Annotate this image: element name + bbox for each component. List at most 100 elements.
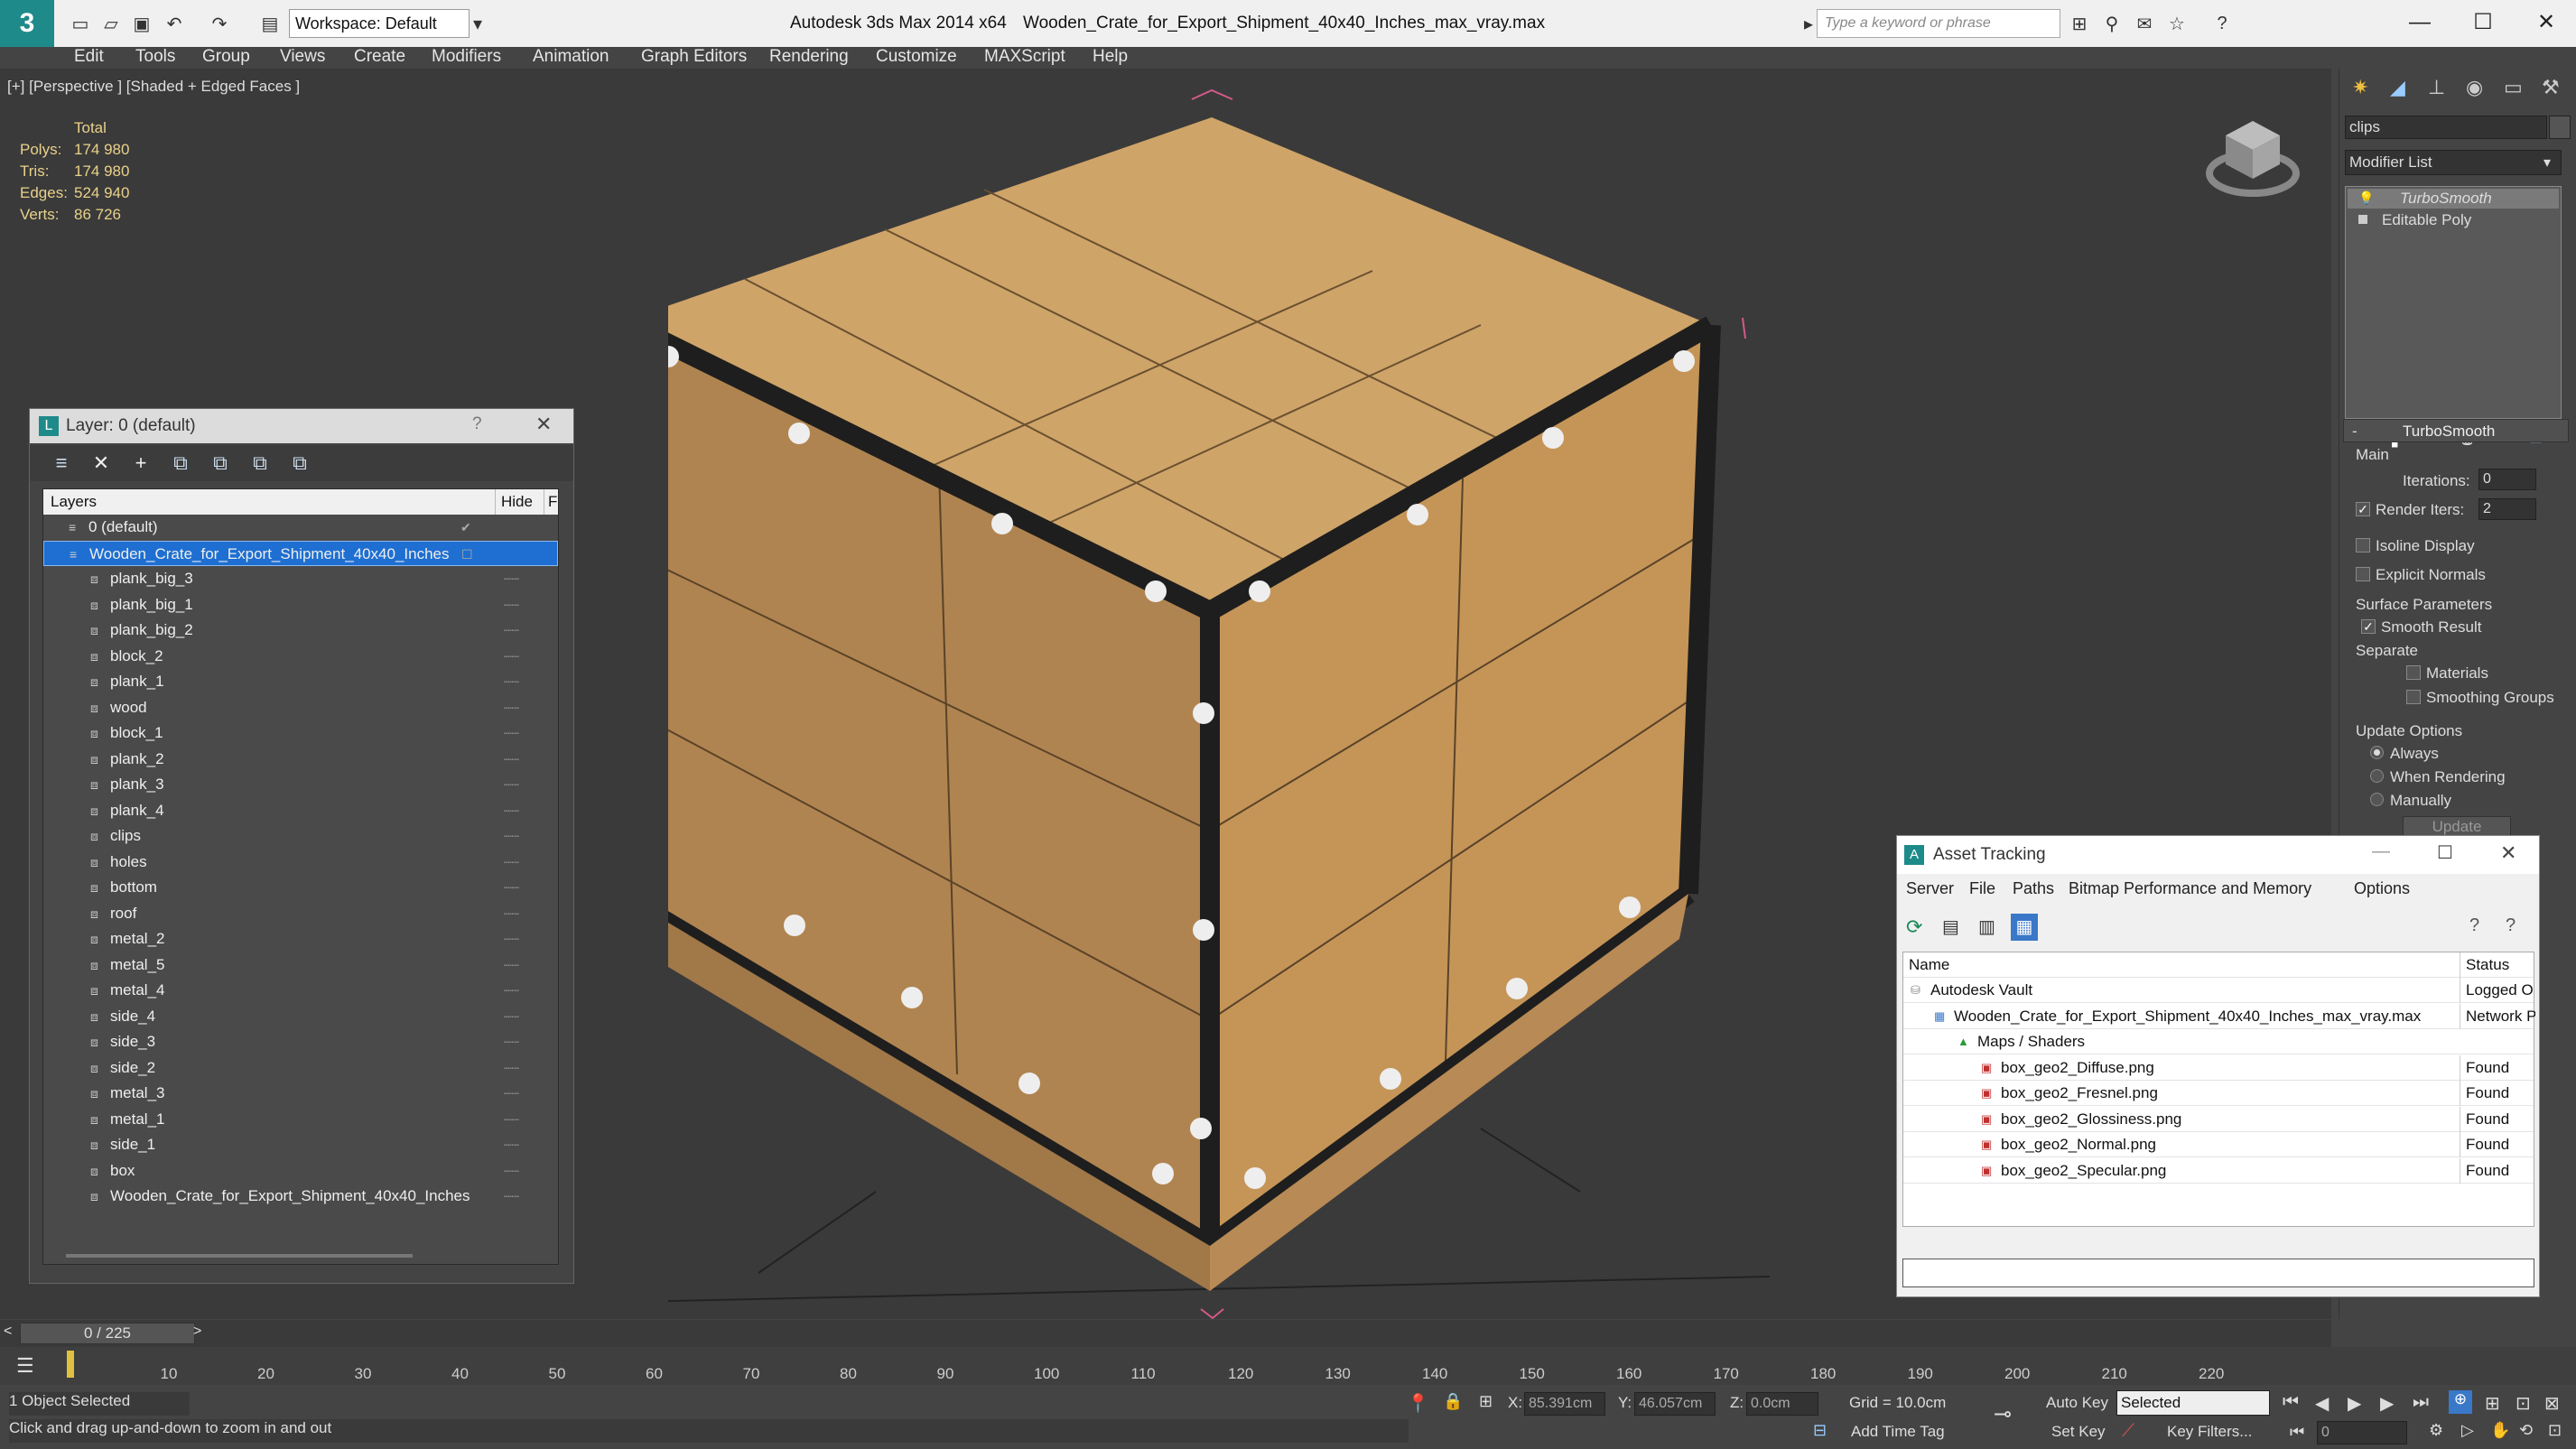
hide-toggle[interactable]: ┈┈ <box>504 618 519 643</box>
zoom-extents-all-icon[interactable]: ⊠ <box>2544 1392 2560 1415</box>
select-objects-icon[interactable]: ⧉ <box>169 452 192 474</box>
minimize-button[interactable]: — <box>2388 0 2451 47</box>
materials-checkbox[interactable] <box>2406 665 2421 680</box>
hide-toggle[interactable]: ☐ <box>461 542 473 567</box>
layer-row[interactable]: ⧈ side_1 ┈┈ <box>43 1132 558 1157</box>
hide-toggle[interactable]: ┈┈ <box>504 1081 519 1106</box>
maximize-button[interactable]: ☐ <box>2451 0 2515 47</box>
layer-row[interactable]: ≡ 0 (default) ✔ <box>43 515 558 540</box>
modifier-list-dropdown[interactable]: Modifier List <box>2345 150 2562 175</box>
refresh-icon[interactable]: ⟳ <box>1906 915 1922 939</box>
help-icon[interactable]: ? <box>2210 12 2234 35</box>
hide-toggle[interactable]: ┈┈ <box>504 747 519 772</box>
hierarchy-tab-icon[interactable]: ⊥ <box>2428 76 2445 99</box>
auto-key-button[interactable]: Auto Key <box>2046 1394 2108 1412</box>
tree-view-icon[interactable]: ▥ <box>1978 915 1995 938</box>
communication-icon[interactable]: ✉ <box>2133 12 2156 35</box>
prev-key-icon[interactable]: ◀ <box>2315 1392 2329 1415</box>
settings-help-icon[interactable]: ? <box>2506 915 2516 936</box>
menu-help[interactable]: Help <box>1093 47 1128 67</box>
time-slider-thumb[interactable]: 0 / 225 <box>20 1323 195 1344</box>
hide-toggle[interactable]: ┈┈ <box>504 850 519 875</box>
layer-row[interactable]: ⧈ plank_big_2 ┈┈ <box>43 618 558 643</box>
layer-row[interactable]: ⧈ block_2 ┈┈ <box>43 644 558 669</box>
menu-views[interactable]: Views <box>280 47 325 67</box>
zoom-all-icon[interactable]: ⊞ <box>2485 1392 2500 1415</box>
asset-row[interactable]: ▣ box_geo2_Diffuse.png Found <box>1903 1054 2534 1081</box>
menu-animation[interactable]: Animation <box>533 47 609 67</box>
minimize-icon[interactable]: — <box>2372 841 2390 862</box>
menu-tools[interactable]: Tools <box>135 47 175 67</box>
play-icon[interactable]: ▶ <box>2348 1392 2361 1415</box>
highlight-selected-icon[interactable]: ⧉ <box>209 452 232 474</box>
x-coord-field[interactable]: 85.391cm <box>1524 1392 1605 1416</box>
asset-menu-file[interactable]: File <box>1969 879 1995 898</box>
hide-toggle[interactable]: ┈┈ <box>504 875 519 900</box>
hide-toggle[interactable]: ┈┈ <box>504 1158 519 1184</box>
stack-item-turbosmooth[interactable]: TurboSmooth <box>2348 189 2559 209</box>
smooth-result-checkbox[interactable]: ✓ <box>2361 619 2376 634</box>
hide-toggle[interactable]: ┈┈ <box>504 592 519 618</box>
layer-row[interactable]: ⧈ holes ┈┈ <box>43 850 558 875</box>
asset-row[interactable]: ⛁ Autodesk Vault Logged O <box>1903 978 2534 1003</box>
layer-row[interactable]: ⧈ Wooden_Crate_for_Export_Shipment_40x40_… <box>43 1184 558 1209</box>
hide-toggle[interactable]: ┈┈ <box>504 1132 519 1157</box>
save-icon[interactable]: ▣ <box>130 12 153 35</box>
hide-all-icon[interactable]: ⧉ <box>248 452 272 474</box>
asset-row[interactable]: ▣ box_geo2_Specular.png Found <box>1903 1157 2534 1184</box>
key-filters-button[interactable]: Key Filters... <box>2167 1423 2252 1441</box>
hide-toggle[interactable]: ┈┈ <box>504 1029 519 1054</box>
collapse-icon[interactable]: - <box>2352 423 2357 441</box>
app-logo-icon[interactable]: 3 <box>0 0 54 47</box>
asset-path-field[interactable] <box>1902 1259 2534 1287</box>
hide-toggle[interactable]: ┈┈ <box>504 695 519 720</box>
menu-group[interactable]: Group <box>202 47 250 67</box>
binoculars-icon[interactable]: ⊞ <box>2068 12 2091 35</box>
menu-create[interactable]: Create <box>354 47 405 67</box>
search-input[interactable]: Type a keyword or phrase <box>1817 9 2060 38</box>
explicit-normals-checkbox[interactable] <box>2356 567 2370 581</box>
open-file-icon[interactable]: ▱ <box>99 12 123 35</box>
key-icon[interactable]: ⊸ <box>1994 1401 2012 1427</box>
asset-row[interactable]: ▣ box_geo2_Glossiness.png Found <box>1903 1106 2534 1132</box>
orbit-icon[interactable]: ⟲ <box>2519 1421 2533 1440</box>
asset-row[interactable]: ▣ box_geo2_Fresnel.png Found <box>1903 1081 2534 1106</box>
active-layer-check-icon[interactable]: ✔ <box>460 515 471 540</box>
layer-row[interactable]: ⧈ roof ┈┈ <box>43 901 558 926</box>
layer-row[interactable]: ⧈ metal_3 ┈┈ <box>43 1081 558 1106</box>
hide-toggle[interactable]: ┈┈ <box>504 772 519 797</box>
col-name[interactable]: Name <box>1909 952 1949 978</box>
add-time-tag[interactable]: Add Time Tag <box>1851 1423 1945 1441</box>
layer-row[interactable]: ⧈ block_1 ┈┈ <box>43 720 558 746</box>
freeze-all-icon[interactable]: ⧉ <box>288 452 312 474</box>
hide-toggle[interactable]: ┈┈ <box>504 978 519 1003</box>
layer-row[interactable]: ⧈ metal_2 ┈┈ <box>43 926 558 952</box>
viewcube-icon[interactable] <box>2203 114 2302 204</box>
prev-frame-icon[interactable]: < <box>4 1324 12 1340</box>
create-tab-icon[interactable]: ✷ <box>2352 76 2368 99</box>
menu-maxscript[interactable]: MAXScript <box>984 47 1065 67</box>
hide-toggle[interactable]: ┈┈ <box>504 798 519 823</box>
key-mode-dropdown[interactable]: Selected <box>2116 1390 2270 1416</box>
subscription-icon[interactable]: ⚲ <box>2100 12 2124 35</box>
set-key-icon[interactable]: ⟋ <box>2122 1421 2134 1442</box>
layer-row[interactable]: ⧈ plank_big_3 ┈┈ <box>43 566 558 591</box>
menu-graph-editors[interactable]: Graph Editors <box>641 47 747 67</box>
lightbulb-icon[interactable]: 💡 <box>2358 190 2374 206</box>
menu-rendering[interactable]: Rendering <box>769 47 849 67</box>
field-of-view-icon[interactable]: ▷ <box>2461 1421 2474 1440</box>
layer-row[interactable]: ⧈ side_4 ┈┈ <box>43 1004 558 1029</box>
expand-icon[interactable] <box>2358 215 2367 224</box>
layer-row[interactable]: ⧈ plank_1 ┈┈ <box>43 669 558 694</box>
layer-row[interactable]: ⧈ metal_5 ┈┈ <box>43 952 558 978</box>
layer-row[interactable]: ⧈ plank_big_1 ┈┈ <box>43 592 558 618</box>
lock-selection-icon[interactable]: 🔒 <box>1443 1392 1463 1411</box>
display-tab-icon[interactable]: ▭ <box>2504 76 2523 99</box>
hide-toggle[interactable]: ┈┈ <box>504 644 519 669</box>
asset-menu-options[interactable]: Options <box>2354 879 2410 898</box>
always-radio[interactable] <box>2370 746 2384 759</box>
y-coord-field[interactable]: 46.057cm <box>1634 1392 1716 1416</box>
asset-menu-server[interactable]: Server <box>1906 879 1954 898</box>
wooden-crate-model[interactable] <box>668 81 1770 1327</box>
col-status[interactable]: Status <box>2460 952 2535 978</box>
